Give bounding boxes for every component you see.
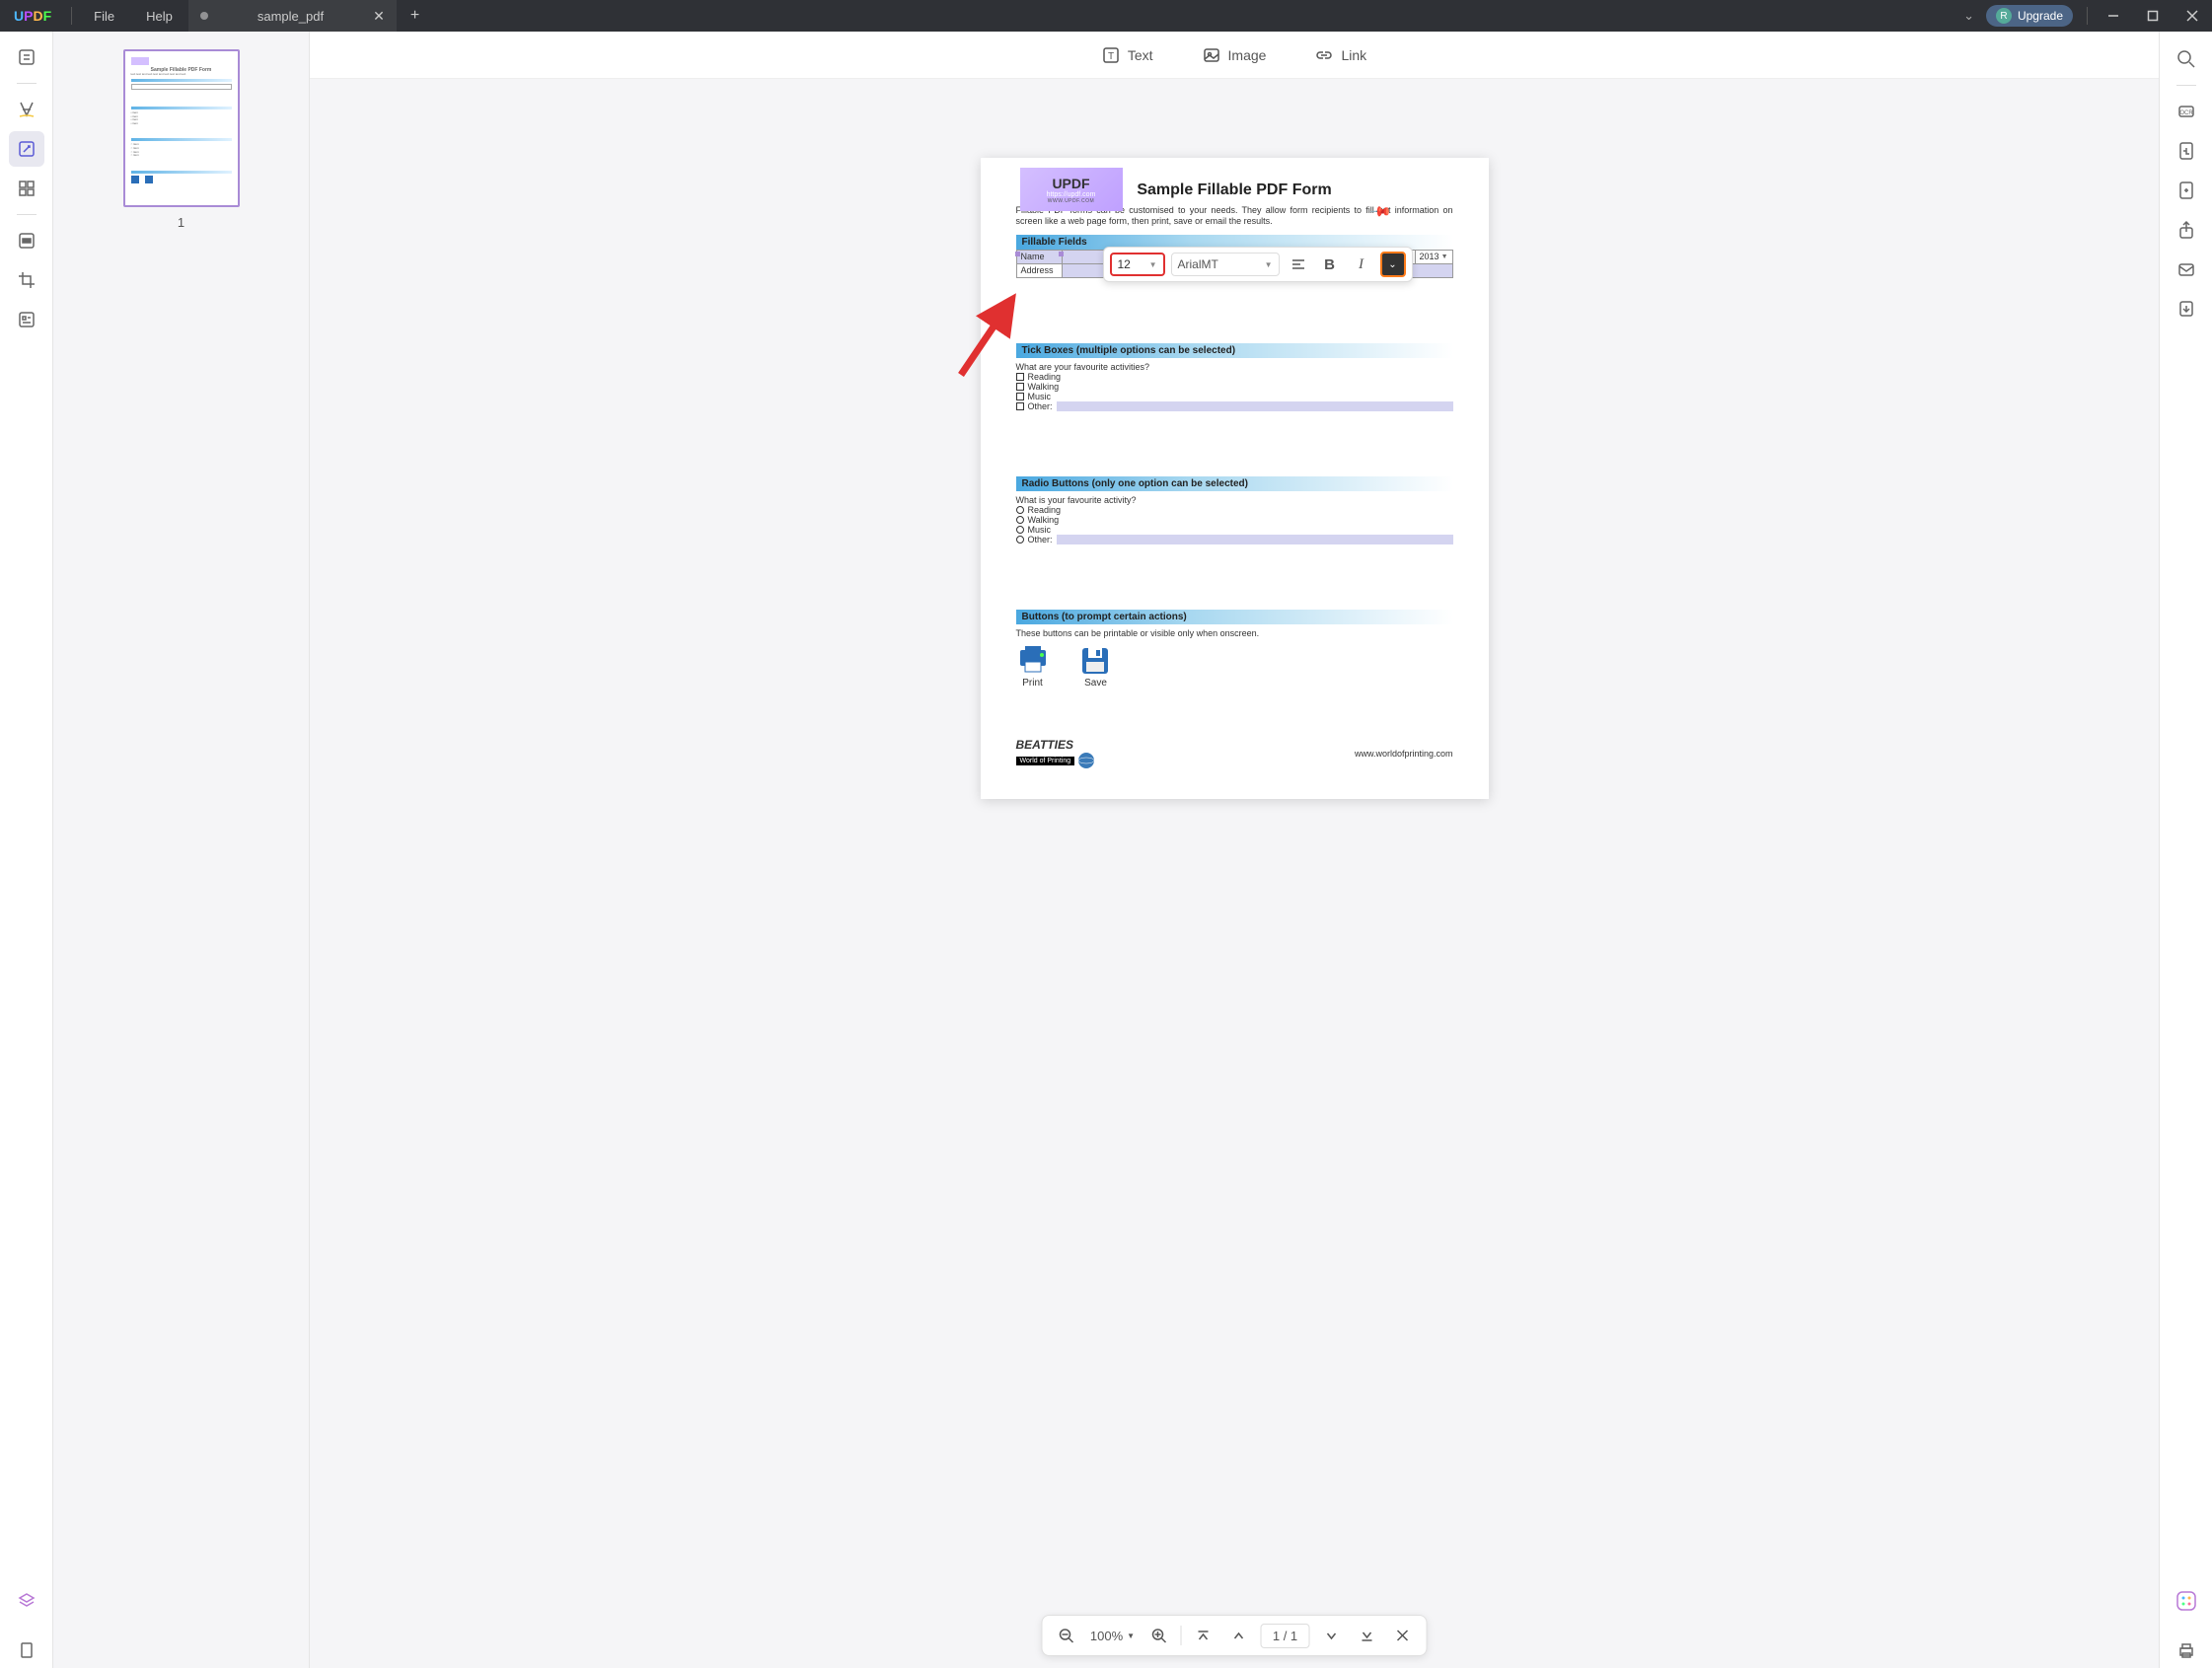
left-toolbar [0, 32, 53, 1668]
add-image-button[interactable]: Image [1203, 46, 1267, 64]
checkbox-reading[interactable]: Reading [1016, 372, 1453, 382]
close-nav-button[interactable] [1389, 1622, 1417, 1649]
svg-text:T: T [1108, 51, 1114, 62]
zoom-level-select[interactable]: 100%▼ [1088, 1629, 1138, 1643]
email-button[interactable] [2169, 252, 2204, 287]
radio-other[interactable]: Other: [1016, 535, 1453, 544]
reader-tool[interactable] [9, 39, 44, 75]
upgrade-button[interactable]: R Upgrade [1986, 5, 2073, 27]
tab-close-icon[interactable]: ✕ [373, 8, 385, 25]
print-button-rail[interactable] [2169, 1632, 2204, 1668]
checkbox-other[interactable]: Other: [1016, 401, 1453, 411]
tab-modified-indicator [200, 12, 208, 20]
prev-page-button[interactable] [1225, 1622, 1253, 1649]
tabs-dropdown-icon[interactable]: ⌄ [1952, 8, 1986, 24]
last-page-button[interactable] [1354, 1622, 1381, 1649]
tick-question: What are your favourite activities? [1016, 362, 1453, 372]
thumbnail-panel: Sample Fillable PDF Form text text text … [53, 32, 310, 1668]
radio-walking[interactable]: Walking [1016, 515, 1453, 525]
svg-text:OCR: OCR [2179, 110, 2193, 116]
next-page-button[interactable] [1318, 1622, 1346, 1649]
text-format-toolbar: 12▼ ArialMT▼ B I ⌄ [1103, 247, 1413, 282]
comment-tool[interactable] [9, 92, 44, 127]
edit-tool[interactable] [9, 131, 44, 167]
buttons-description: These buttons can be printable or visibl… [1016, 628, 1453, 638]
add-text-button[interactable]: T Text [1102, 46, 1153, 64]
date-year-select[interactable]: 2013▼ [1415, 250, 1452, 263]
menu-help[interactable]: Help [130, 0, 188, 32]
checkbox-walking[interactable]: Walking [1016, 382, 1453, 392]
upgrade-label: Upgrade [2018, 9, 2063, 23]
save-button[interactable]: Save [1079, 646, 1113, 689]
edit-top-toolbar: T Text Image Link [310, 32, 2159, 79]
form-tool[interactable] [9, 302, 44, 337]
radio-question: What is your favourite activity? [1016, 495, 1453, 505]
protect-button[interactable] [2169, 133, 2204, 169]
ocr-button[interactable]: OCR [2169, 94, 2204, 129]
layers-tool[interactable] [9, 1583, 44, 1619]
first-page-button[interactable] [1190, 1622, 1217, 1649]
annotation-arrow [951, 281, 1030, 380]
app-logo: UPDF [0, 8, 65, 24]
doc-logo: UPDF https://updf.com WWW.UPDF.COM [1020, 168, 1123, 211]
ai-button[interactable] [2169, 1583, 2204, 1619]
tab-title: sample_pdf [258, 9, 324, 24]
zoom-out-button[interactable] [1053, 1622, 1080, 1649]
crop-tool[interactable] [9, 262, 44, 298]
font-size-select[interactable]: 12▼ [1110, 253, 1165, 276]
footer-brand: BEATTIES World of Printing [1016, 738, 1095, 769]
align-button[interactable] [1286, 252, 1311, 277]
italic-button[interactable]: I [1349, 252, 1374, 277]
page-number-input[interactable]: 1 / 1 [1261, 1624, 1310, 1648]
bold-button[interactable]: B [1317, 252, 1343, 277]
window-close-button[interactable] [2173, 0, 2212, 32]
radio-reading[interactable]: Reading [1016, 505, 1453, 515]
add-link-button[interactable]: Link [1315, 46, 1366, 64]
search-button[interactable] [2169, 41, 2204, 77]
avatar: R [1996, 8, 2012, 24]
titlebar: UPDF File Help sample_pdf ✕ + ⌄ R Upgrad… [0, 0, 2212, 32]
organize-tool[interactable] [9, 171, 44, 206]
checkbox-music[interactable]: Music [1016, 392, 1453, 401]
zoom-in-button[interactable] [1145, 1622, 1173, 1649]
document-canvas: T Text Image Link UPDF https://updf.com … [310, 32, 2159, 1668]
pdf-page[interactable]: UPDF https://updf.com WWW.UPDF.COM 📌 Sam… [981, 158, 1489, 799]
print-button[interactable]: Print [1016, 646, 1050, 689]
menu-file[interactable]: File [78, 0, 130, 32]
radio-music[interactable]: Music [1016, 525, 1453, 535]
text-color-button[interactable]: ⌄ [1380, 252, 1406, 277]
new-tab-button[interactable]: + [397, 7, 433, 25]
right-toolbar: OCR [2159, 32, 2212, 1668]
thumbnail-page-number: 1 [178, 215, 184, 230]
section-tick-boxes: Tick Boxes (multiple options can be sele… [1016, 343, 1453, 358]
section-radio-buttons: Radio Buttons (only one option can be se… [1016, 476, 1453, 491]
page-view-tool[interactable] [9, 1632, 44, 1668]
window-maximize-button[interactable] [2133, 0, 2173, 32]
compress-button[interactable] [2169, 173, 2204, 208]
section-buttons: Buttons (to prompt certain actions) [1016, 610, 1453, 624]
redact-tool[interactable] [9, 223, 44, 258]
page-navigation-bar: 100%▼ 1 / 1 [1042, 1615, 1428, 1656]
page-thumbnail[interactable]: Sample Fillable PDF Form text text text … [123, 49, 240, 207]
export-button[interactable] [2169, 291, 2204, 326]
document-tab[interactable]: sample_pdf ✕ [188, 0, 397, 32]
window-minimize-button[interactable] [2094, 0, 2133, 32]
share-button[interactable] [2169, 212, 2204, 248]
footer-url: www.worldofprinting.com [1355, 749, 1453, 759]
font-family-select[interactable]: ArialMT▼ [1171, 253, 1280, 276]
